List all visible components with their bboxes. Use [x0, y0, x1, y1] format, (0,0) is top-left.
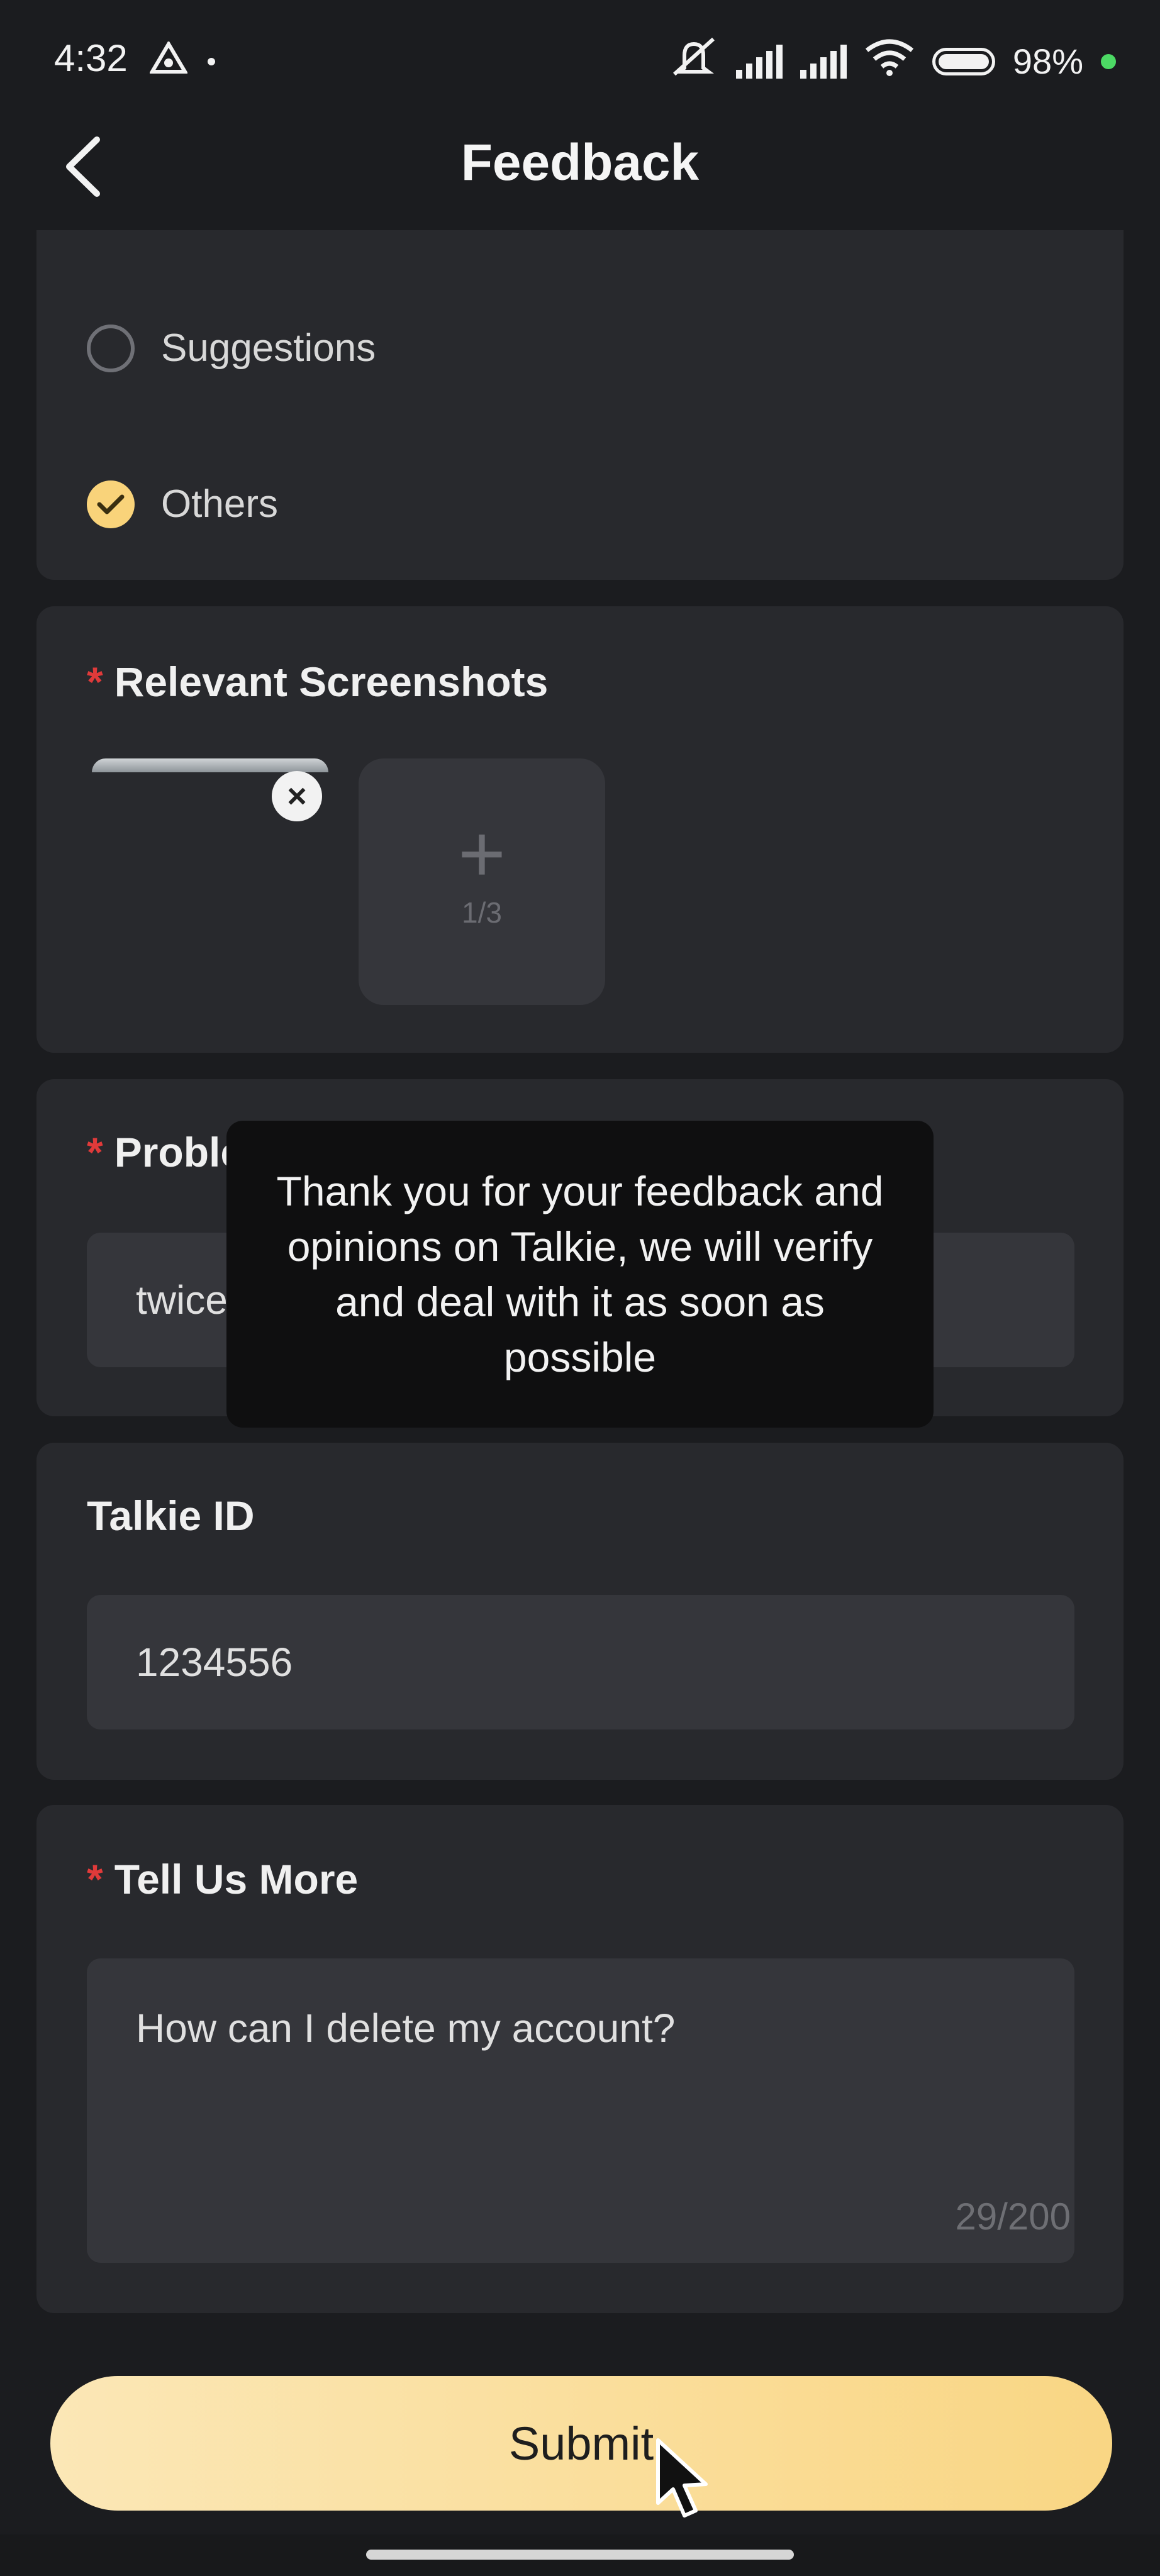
screenshot-count: 1/3 [462, 896, 502, 929]
notification-dot-icon [208, 58, 215, 65]
radio-others[interactable] [87, 480, 135, 528]
toast-message: Thank you for your feedback and opinions… [276, 1168, 884, 1380]
close-icon: × [287, 777, 307, 815]
talkie-id-title: Talkie ID [87, 1492, 255, 1539]
submit-button[interactable]: Submit [50, 2376, 1112, 2511]
screenshots-title-text: Relevant Screenshots [114, 658, 549, 705]
signal-icon-2 [800, 44, 847, 79]
tell-more-title: * Tell Us More [87, 1855, 358, 1903]
screenshots-title: * Relevant Screenshots [87, 658, 548, 706]
tell-more-value: How can I delete my account? [136, 2006, 676, 2051]
tell-more-title-text: Tell Us More [114, 1856, 359, 1902]
signal-icon [735, 44, 783, 79]
charging-dot-icon [1101, 53, 1116, 69]
add-screenshot-button[interactable]: + 1/3 [359, 758, 605, 1005]
problem-time-value: twice [136, 1277, 228, 1323]
talkie-id-field[interactable]: 1234556 [87, 1595, 1074, 1729]
feedback-toast: Thank you for your feedback and opinions… [226, 1121, 934, 1428]
status-time: 4:32 [54, 37, 128, 79]
mouse-cursor-icon [654, 2438, 711, 2519]
tell-more-textarea[interactable]: How can I delete my account? [87, 1958, 1074, 2263]
wifi-icon [864, 38, 915, 85]
navigation-app-icon [148, 40, 189, 77]
radio-suggestions[interactable] [87, 325, 135, 372]
check-icon [97, 494, 125, 514]
required-mark: * [87, 658, 103, 705]
option-label-others[interactable]: Others [161, 482, 278, 526]
required-mark: * [87, 1856, 103, 1902]
plus-icon: + [458, 808, 506, 899]
battery-level: 98% [1012, 42, 1083, 81]
status-icons: 98% [669, 36, 1116, 86]
battery-icon [932, 47, 995, 75]
home-indicator[interactable] [366, 2550, 794, 2560]
character-counter: 29/200 [955, 2196, 1071, 2238]
option-label-suggestions[interactable]: Suggestions [161, 326, 376, 370]
screenshot-thumbnail[interactable] [92, 758, 328, 772]
talkie-id-value: 1234556 [136, 1640, 293, 1685]
feedback-type-card [36, 230, 1124, 580]
remove-screenshot-button[interactable]: × [272, 771, 322, 821]
mute-icon [669, 36, 718, 86]
required-mark: * [87, 1129, 103, 1175]
page-title: Feedback [460, 134, 700, 191]
